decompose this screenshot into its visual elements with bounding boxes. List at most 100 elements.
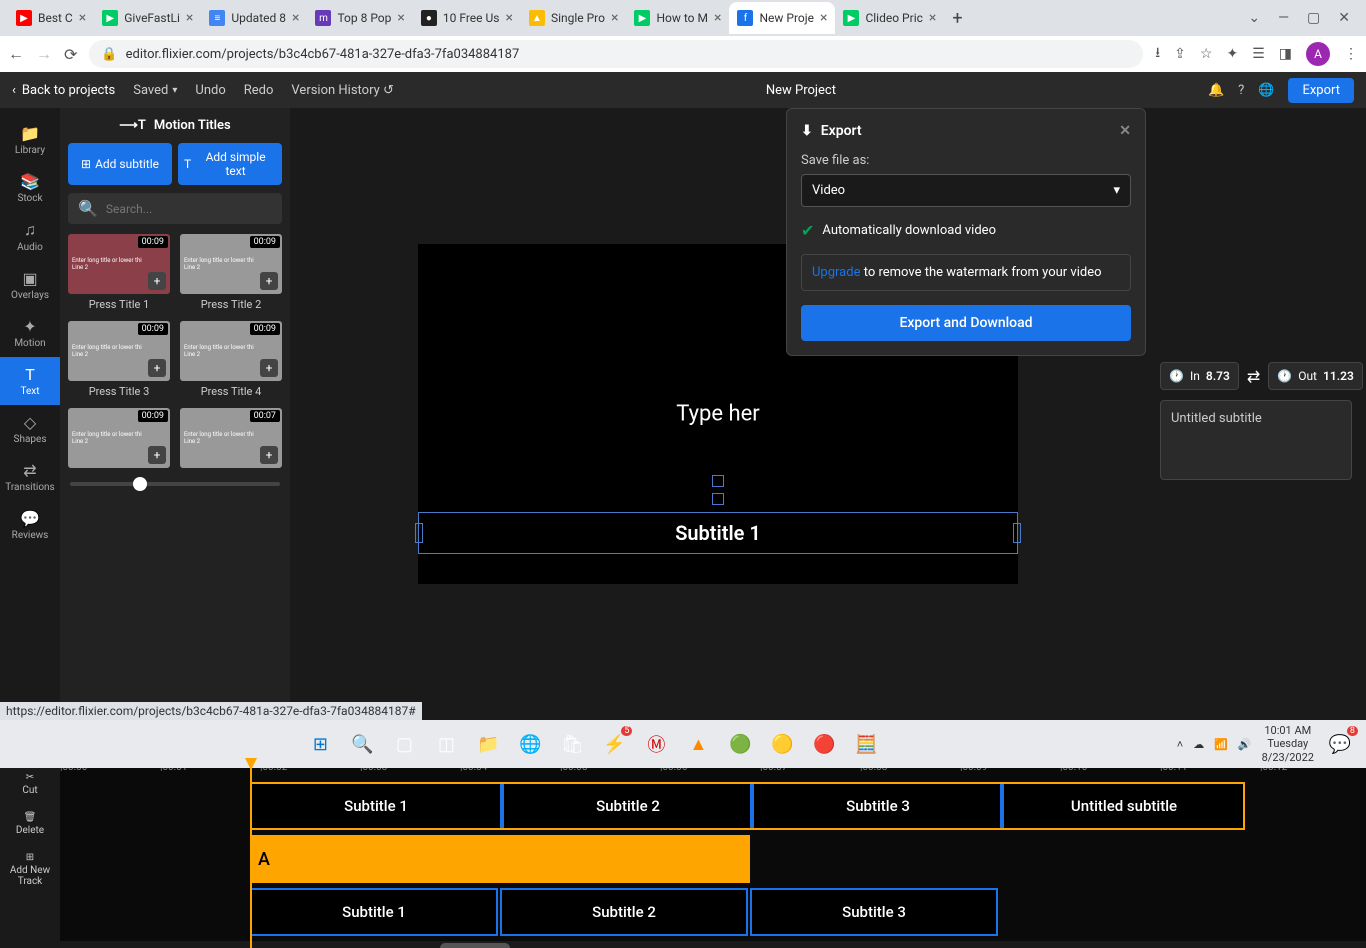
back-icon[interactable]: ←	[8, 44, 24, 64]
subtitle-element[interactable]: Subtitle 1	[418, 512, 1018, 554]
title-template-thumb[interactable]: 00:07Enter long title or lower thiLine 2…	[180, 408, 282, 472]
in-time-field[interactable]: 🕐 In 8.73	[1160, 362, 1239, 390]
vlc-icon[interactable]: ▲	[682, 728, 714, 760]
app-icon[interactable]: ⚡5	[598, 728, 630, 760]
sidebar-item-reviews[interactable]: 💬Reviews	[0, 501, 60, 549]
wifi-icon[interactable]: 📶	[1214, 738, 1228, 751]
out-time-field[interactable]: 🕐 Out 11.23	[1268, 362, 1363, 390]
bell-icon[interactable]: 🔔	[1208, 83, 1224, 98]
sidebar-item-motion[interactable]: ✦Motion	[0, 309, 60, 357]
auto-download-check[interactable]: ✔ Automatically download video	[801, 221, 1131, 240]
reload-icon[interactable]: ⟳	[64, 45, 77, 64]
browser-tab[interactable]: ▶Clideo Pric×	[835, 2, 944, 34]
share-icon[interactable]: ⇪	[1174, 46, 1186, 62]
add-subtitle-button[interactable]: ⊞ Add subtitle	[68, 143, 172, 185]
playhead[interactable]	[250, 758, 252, 948]
tab-close-icon[interactable]: ×	[292, 10, 299, 26]
sidebar-item-stock[interactable]: 📚Stock	[0, 164, 60, 212]
add-thumb-icon[interactable]: +	[148, 359, 166, 377]
close-export-icon[interactable]: ✕	[1119, 123, 1131, 139]
chrome-icon-1[interactable]: 🟢	[724, 728, 756, 760]
title-template-thumb[interactable]: 00:09Enter long title or lower thiLine 2…	[68, 234, 170, 311]
delete-tool[interactable]: 🗑Delete	[16, 806, 44, 842]
upgrade-link[interactable]: Upgrade	[812, 265, 860, 280]
title-template-thumb[interactable]: 00:09Enter long title or lower thiLine 2…	[68, 321, 170, 398]
saved-status[interactable]: Saved ▾	[133, 83, 177, 98]
search-box[interactable]: 🔍	[68, 193, 282, 224]
redo-button[interactable]: Redo	[244, 83, 274, 98]
title-template-thumb[interactable]: 00:09Enter long title or lower thiLine 2…	[180, 234, 282, 311]
swap-icon[interactable]: ⇄	[1247, 367, 1260, 386]
window-chevron-icon[interactable]: ⌄	[1248, 10, 1260, 26]
tab-close-icon[interactable]: ×	[79, 10, 86, 26]
browser-tab[interactable]: fNew Proje×	[729, 2, 835, 34]
chrome-icon-3[interactable]: 🔴	[808, 728, 840, 760]
tab-close-icon[interactable]: ×	[611, 10, 618, 26]
export-download-button[interactable]: Export and Download	[801, 305, 1131, 341]
bookmark-icon[interactable]: ☆	[1200, 46, 1213, 62]
tab-close-icon[interactable]: ×	[714, 10, 721, 26]
add-thumb-icon[interactable]: +	[148, 446, 166, 464]
title-template-thumb[interactable]: 00:09Enter long title or lower thiLine 2…	[180, 321, 282, 398]
export-button[interactable]: Export	[1288, 78, 1354, 103]
browser-tab[interactable]: ▶Best C×	[8, 2, 94, 34]
clip-b2[interactable]: Subtitle 2	[500, 888, 748, 936]
maximize-icon[interactable]: ▢	[1307, 10, 1320, 26]
add-track-tool[interactable]: ⊞Add New Track	[0, 846, 60, 893]
notifications-icon[interactable]: 💬8	[1324, 728, 1356, 760]
sidebar-item-transitions[interactable]: ⇄Transitions	[0, 453, 60, 501]
browser-tab[interactable]: ▶How to M×	[626, 2, 729, 34]
thumb-size-slider[interactable]	[60, 472, 290, 496]
close-window-icon[interactable]: ✕	[1338, 10, 1350, 26]
add-thumb-icon[interactable]: +	[260, 359, 278, 377]
cut-tool[interactable]: ✂Cut	[22, 766, 37, 802]
version-history[interactable]: Version History ↺	[291, 83, 393, 98]
onedrive-icon[interactable]: ☁	[1193, 738, 1204, 751]
globe-icon[interactable]: 🌐	[1258, 83, 1274, 98]
reading-list-icon[interactable]: ☰	[1252, 46, 1265, 62]
timeline-scrollbar[interactable]	[60, 941, 1366, 948]
chrome-icon-2[interactable]: 🟡	[766, 728, 798, 760]
clip-b1[interactable]: Subtitle 1	[250, 888, 498, 936]
system-clock[interactable]: 10:01 AM Tuesday 8/23/2022	[1262, 724, 1314, 764]
extensions-icon[interactable]: ✦	[1226, 46, 1238, 62]
sidebar-item-shapes[interactable]: ◇Shapes	[0, 405, 60, 453]
start-button[interactable]: ⊞	[304, 728, 336, 760]
subtitle-text-input[interactable]: Untitled subtitle	[1160, 400, 1352, 480]
subtitle-track-2[interactable]: Subtitle 1 Subtitle 2 Subtitle 3	[60, 888, 1366, 938]
add-thumb-icon[interactable]: +	[260, 272, 278, 290]
tab-close-icon[interactable]: ×	[820, 10, 827, 26]
tab-close-icon[interactable]: ×	[186, 10, 193, 26]
help-icon[interactable]: ?	[1238, 83, 1244, 98]
add-thumb-icon[interactable]: +	[148, 272, 166, 290]
sidebar-item-audio[interactable]: ♫Audio	[0, 212, 60, 261]
minimize-icon[interactable]: —	[1278, 10, 1289, 26]
subtitle-clip-group[interactable]: Subtitle 1 Subtitle 2 Subtitle 3 Untitle…	[250, 782, 1245, 830]
browser-tab[interactable]: ≡Updated 8×	[201, 2, 307, 34]
browser-tab[interactable]: mTop 8 Pop×	[307, 2, 412, 34]
task-view-icon[interactable]: ▢	[388, 728, 420, 760]
menu-icon[interactable]: ⋮	[1344, 46, 1358, 62]
calculator-icon[interactable]: 🧮	[850, 728, 882, 760]
search-input[interactable]	[106, 202, 272, 216]
side-panel-icon[interactable]: ◨	[1279, 46, 1292, 62]
tab-close-icon[interactable]: ×	[929, 10, 936, 26]
resize-handle-top[interactable]	[712, 493, 724, 505]
rotate-handle[interactable]	[712, 475, 724, 487]
browser-tab[interactable]: ▶GiveFastLi×	[94, 2, 201, 34]
sidebar-item-overlays[interactable]: ▣Overlays	[0, 261, 60, 309]
profile-avatar[interactable]: A	[1306, 42, 1330, 66]
back-to-projects[interactable]: ‹ Back to projects	[12, 83, 115, 98]
url-input[interactable]: 🔒 editor.flixier.com/projects/b3c4cb67-4…	[89, 40, 1143, 68]
title-template-thumb[interactable]: 00:09Enter long title or lower thiLine 2…	[68, 408, 170, 472]
undo-button[interactable]: Undo	[195, 83, 225, 98]
tray-chevron-icon[interactable]: ˄	[1177, 738, 1183, 751]
install-icon[interactable]: ⭳	[1155, 42, 1160, 66]
volume-icon[interactable]: 🔊	[1238, 738, 1252, 751]
format-select[interactable]: Video ▾	[801, 174, 1131, 207]
sidebar-item-text[interactable]: TText	[0, 357, 60, 405]
edge-icon[interactable]: 🌐	[514, 728, 546, 760]
tab-close-icon[interactable]: ×	[505, 10, 512, 26]
resize-handle-left[interactable]	[415, 523, 423, 543]
add-simple-text-button[interactable]: T Add simple text	[178, 143, 282, 185]
